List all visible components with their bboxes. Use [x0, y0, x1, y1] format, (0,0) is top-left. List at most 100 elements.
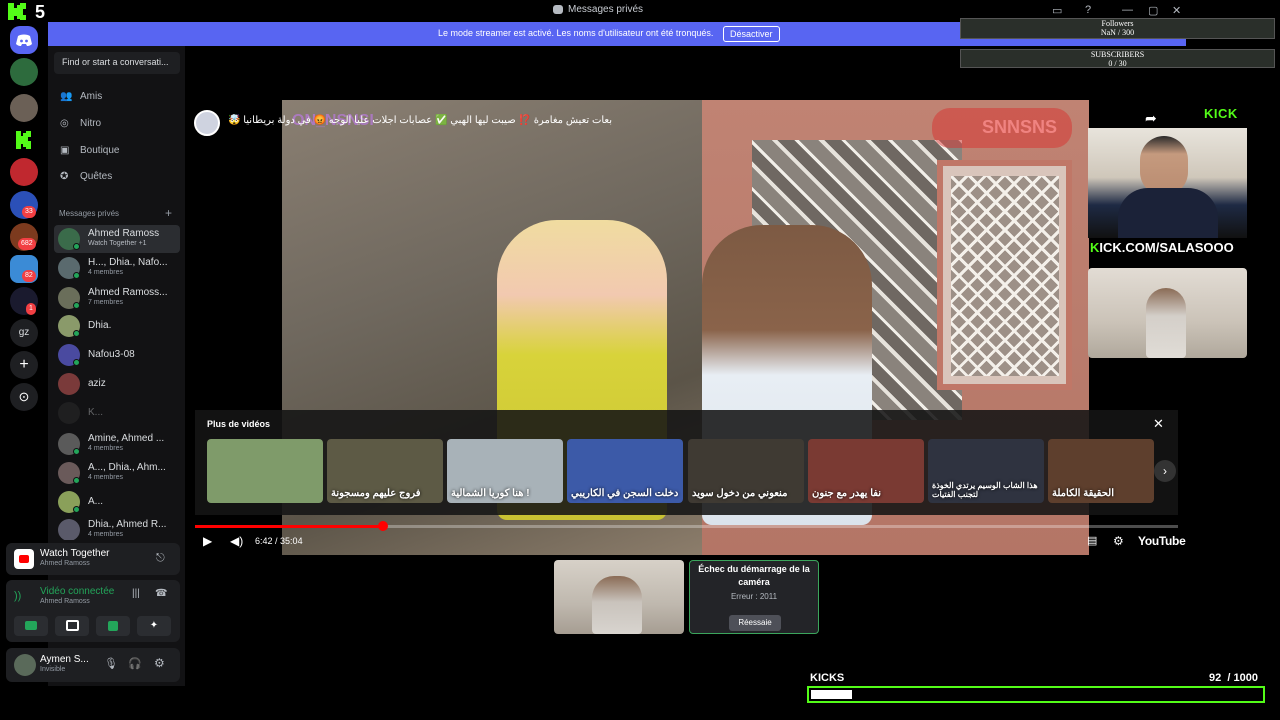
player-settings-icon[interactable]: ⚙ [1113, 534, 1124, 548]
captions-icon[interactable]: ▤ [1087, 534, 1097, 547]
leave-activity-icon[interactable]: ⎋ [156, 552, 165, 565]
video-thumbnail[interactable]: فروج عليهم ومسجونة [327, 439, 443, 503]
guest-webcam [1088, 268, 1247, 358]
new-dm-icon[interactable]: + [165, 206, 172, 220]
activity-title: Watch Together [40, 548, 110, 559]
disable-streamer-button[interactable]: Désactiver [723, 26, 780, 42]
avatar[interactable] [14, 654, 36, 676]
retry-button[interactable]: Réessaie [729, 615, 781, 631]
soundboard-button[interactable]: ✦ [137, 616, 171, 636]
disconnect-icon[interactable]: ☎ [155, 588, 167, 599]
dm-section-label: Messages privés [59, 209, 120, 218]
mention-badge: 682 [18, 238, 36, 250]
camera-error-code: Erreur : 2011 [730, 592, 778, 601]
screenshare-button[interactable] [55, 616, 89, 636]
dm-item[interactable]: Ahmed Ramoss... 7 membres [54, 284, 180, 312]
settings-icon[interactable]: ⚙ [154, 656, 165, 670]
progress-knob[interactable] [377, 521, 388, 531]
headset-icon[interactable]: 🎧 [128, 657, 142, 670]
channel-avatar[interactable] [194, 110, 220, 136]
window-grill [937, 160, 1072, 390]
dm-status: Watch Together +1 [88, 240, 147, 247]
online-dot [73, 448, 80, 455]
nav-label: Amis [80, 91, 103, 102]
time-total: 35:04 [280, 536, 303, 546]
maximize-icon[interactable]: ▢ [1148, 4, 1158, 17]
camera-button[interactable] [14, 616, 48, 636]
play-icon[interactable]: ▶ [203, 534, 212, 548]
voice-status: Vidéo connectée [40, 586, 115, 597]
mic-icon[interactable]: 🎙 [104, 657, 118, 670]
signal-icon: )) [14, 590, 22, 602]
activities-button[interactable] [96, 616, 130, 636]
discord-home-icon[interactable] [10, 26, 38, 54]
dm-item[interactable]: Amine, Ahmed ... 4 membres [54, 430, 180, 458]
subscribers-value: 0 / 30 [1108, 59, 1127, 68]
discord-small-icon [553, 5, 563, 14]
dm-item[interactable]: Ahmed Ramoss Watch Together +1 [54, 225, 180, 253]
noise-icon[interactable]: ||| [132, 588, 140, 599]
volume-icon[interactable]: ◀) [230, 534, 243, 548]
add-server-icon[interactable]: + [10, 351, 38, 379]
server-avatar-2[interactable] [10, 94, 38, 122]
online-dot [73, 302, 80, 309]
user-camera-tile[interactable] [554, 560, 684, 634]
subscribers-overlay: SUBSCRIBERS 0 / 30 [960, 49, 1275, 68]
dm-name: A..., Dhia., Ahm... [88, 462, 166, 473]
camera-error-title: Échec du démarrage de la caméra [698, 564, 810, 587]
subscribers-label: SUBSCRIBERS [1090, 50, 1145, 59]
video-thumbnail[interactable] [207, 439, 323, 503]
video-thumbnail[interactable]: دخلت السجن في الكاريبي [567, 439, 683, 503]
minimize-icon[interactable]: — [1122, 4, 1133, 16]
video-title[interactable]: 🤯 بعات تعيش مغامرة ⁉️ صيبت ليها الهبي ✅ … [228, 115, 612, 126]
dm-item[interactable]: Nafou3-08 [54, 341, 180, 369]
server-gz[interactable]: gz [10, 319, 38, 347]
search-input[interactable]: Find or start a conversati... [54, 52, 180, 74]
dm-item[interactable]: K... [54, 399, 180, 427]
mention-badge: 33 [22, 206, 36, 218]
dm-item[interactable]: Dhia., Ahmed R... 4 membres [54, 516, 180, 540]
activity-panel[interactable]: Watch Together Ahmed Ramoss ⎋ [6, 543, 180, 575]
online-dot [73, 359, 80, 366]
dm-item[interactable]: Dhia. [54, 312, 180, 340]
dm-item[interactable]: A... [54, 488, 180, 516]
nav-nitro[interactable]: ◎ Nitro [60, 118, 101, 129]
help-icon[interactable]: ? [1085, 4, 1091, 16]
kicks-current: 92 [1209, 672, 1222, 684]
time-current: 6:42 [255, 536, 273, 546]
dm-name: Nafou3-08 [88, 349, 135, 360]
next-arrow-icon[interactable]: › [1154, 460, 1176, 482]
dm-item[interactable]: A..., Dhia., Ahm... 4 membres [54, 459, 180, 487]
camera-error-tile: Échec du démarrage de la caméra Erreur :… [689, 560, 819, 634]
quests-icon: ✪ [60, 171, 69, 183]
nav-quests[interactable]: ✪ Quêtes [60, 171, 112, 182]
thumbnail-text: هنا كوريا الشمالية ! [451, 488, 530, 499]
dm-name: A... [88, 496, 104, 507]
video-thumbnail[interactable]: هذا الشاب الوسيم يرتدي الخوذة لتجنب الفت… [928, 439, 1044, 503]
share-icon[interactable]: ➦ [1145, 110, 1157, 127]
nav-friends[interactable]: 👥 Amis [60, 91, 102, 102]
nav-shop[interactable]: ▣ Boutique [60, 145, 119, 156]
server-avatar-1[interactable] [10, 58, 38, 86]
video-thumbnail[interactable]: هنا كوريا الشمالية ! [447, 439, 563, 503]
streamer-face [1140, 136, 1188, 196]
soundboard-icon: ✦ [149, 620, 159, 631]
camera-person [592, 576, 642, 634]
youtube-logo[interactable]: YouTube [1138, 534, 1186, 548]
progress-fill [195, 525, 383, 528]
video-thumbnail[interactable]: منعوني من دخول سويد [688, 439, 804, 503]
mention-badge: 82 [22, 270, 36, 282]
progress-bar[interactable] [195, 521, 1178, 531]
server-avatar-3[interactable] [10, 158, 38, 186]
close-more-icon[interactable]: ✕ [1153, 416, 1164, 432]
inbox-icon[interactable]: ▭ [1052, 4, 1062, 17]
dm-item[interactable]: H..., Dhia., Nafo... 4 membres [54, 254, 180, 282]
dm-item[interactable]: aziz [54, 370, 180, 398]
kick-server-icon[interactable] [10, 126, 38, 154]
video-thumbnail[interactable]: الحقيقة الكاملة [1048, 439, 1154, 503]
kicks-count: 92 / 1000 [1209, 672, 1258, 684]
video-thumbnail[interactable]: نفا يهدر مع جنون [808, 439, 924, 503]
close-window-icon[interactable]: ✕ [1172, 4, 1181, 17]
kick-url-text: ICK.COM/SALASOOO [1099, 240, 1234, 255]
explore-icon[interactable]: ⊙ [10, 383, 38, 411]
